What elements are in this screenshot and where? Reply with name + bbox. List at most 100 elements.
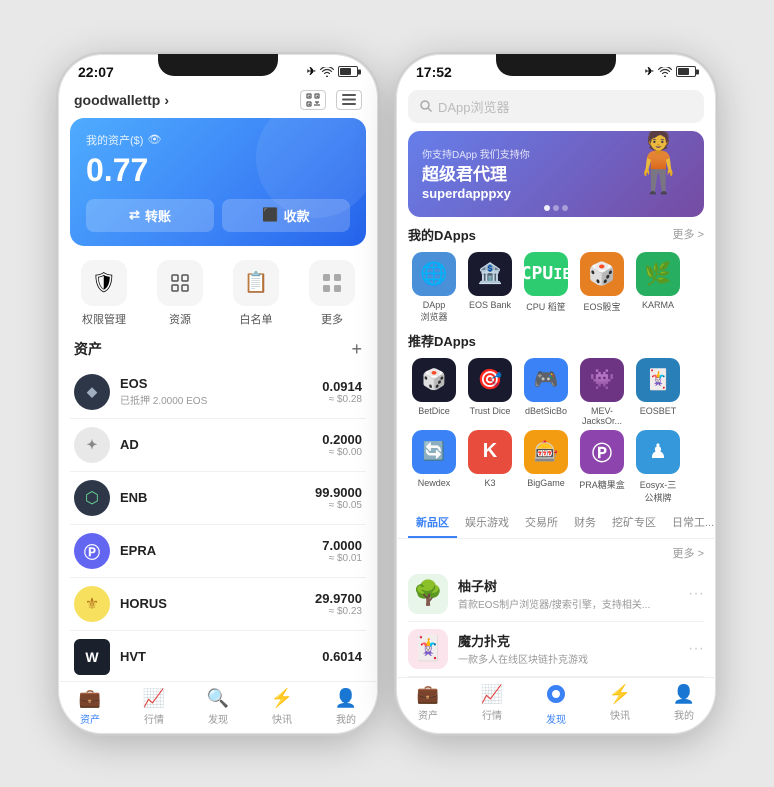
yuzishu-info: 柚子树 首款EOS制户浏览器/搜索引擎，支持相关... [458, 576, 688, 611]
discover-nav-icon: 🔍 [207, 688, 229, 709]
battery-icon [338, 66, 358, 77]
resources-label: 资源 [169, 311, 191, 327]
rec-item-pra[interactable]: Ⓟ PRA糖果盒 [576, 430, 628, 504]
eosbet-icon: 🃏 [636, 358, 680, 402]
resources-icon [157, 260, 203, 306]
rec-item-eosbet[interactable]: 🃏 EOSBET [632, 358, 684, 426]
betdice-icon: 🎲 [412, 358, 456, 402]
tab-entertainment[interactable]: 娱乐游戏 [457, 508, 517, 538]
rec-item-trust[interactable]: 🎯 Trust Dice [464, 358, 516, 426]
category-tabs: 新品区 娱乐游戏 交易所 财务 挖矿专区 日常工... [396, 508, 716, 539]
grid-icon-btn[interactable] [336, 90, 362, 110]
wallet-name[interactable]: goodwallettp › [74, 92, 169, 108]
eosyx-icon: ♟ [636, 430, 680, 474]
transfer-button[interactable]: ⇄ 转账 [86, 199, 214, 232]
search-icon [420, 100, 432, 112]
table-row[interactable]: ✦ AD 0.2000 ≈ $0.00 [70, 419, 366, 472]
table-row[interactable]: ⚜ HORUS 29.9700 ≈ $0.23 [70, 578, 366, 631]
receive-button[interactable]: ⬛ 收款 [222, 199, 350, 232]
new-apps-header: 更多 > [408, 545, 704, 561]
rec-item-mev[interactable]: 👾 MEV- JacksOr... [576, 358, 628, 426]
nav-item-profile-1[interactable]: 👤 我的 [314, 688, 378, 726]
dapp-item-cpu[interactable]: CPUIE CPU 稻筐 [520, 252, 572, 323]
balance-amount: 0.77 [86, 152, 350, 189]
table-row[interactable]: W HVT 0.6014 [70, 631, 366, 681]
nav-item-market-2[interactable]: 📈 行情 [460, 684, 524, 726]
rec-item-dbetsicbo[interactable]: 🎮 dBetSicBo [520, 358, 572, 426]
pra-icon: Ⓟ [580, 430, 624, 474]
search-bar[interactable]: DApp浏览器 [408, 90, 704, 123]
quick-action-1[interactable]: 资源 [157, 260, 203, 327]
table-row[interactable]: ◆ EOS 已抵押 2.0000 EOS 0.0914 ≈ $0.28 [70, 366, 366, 419]
table-row[interactable]: Ⓟ EPRA 7.0000 ≈ $0.01 [70, 525, 366, 578]
tab-mining[interactable]: 挖矿专区 [604, 508, 664, 538]
nav-item-discover-1[interactable]: 🔍 发现 [186, 688, 250, 726]
more-icon [309, 260, 355, 306]
k3-icon: K [468, 430, 512, 474]
tab-daily[interactable]: 日常工... [664, 508, 716, 538]
time-2: 17:52 [416, 64, 452, 80]
list-item[interactable]: 🃏 魔力扑克 一款多人在线区块链扑克游戏 ··· [408, 622, 704, 677]
assets-title: 资产 [74, 339, 102, 359]
dapp-item-karma[interactable]: 🌿 KARMA [632, 252, 684, 323]
receive-icon: ⬛ [262, 207, 278, 223]
nav-item-news-1[interactable]: ⚡ 快讯 [250, 688, 314, 726]
tab-exchange[interactable]: 交易所 [517, 508, 566, 538]
karma-icon: 🌿 [636, 252, 680, 296]
market-nav-icon-2: 📈 [481, 684, 503, 705]
nav-item-assets-1[interactable]: 💼 资产 [58, 688, 122, 726]
nav-item-assets-2[interactable]: 💼 资产 [396, 684, 460, 726]
nav-item-profile-2[interactable]: 👤 我的 [652, 684, 716, 726]
my-dapps-grid: 🌐 DApp 浏览器 🏦 EOS Bank CPUIE CPU 稻筐 🎲 EOS… [408, 252, 704, 323]
asset-info-epra: EPRA [120, 543, 322, 558]
new-apps-more[interactable]: 更多 > [673, 545, 704, 561]
profile-nav-icon-2: 👤 [673, 684, 695, 705]
new-apps-section: 更多 > 🌳 柚子树 首款EOS制户浏览器/搜索引擎，支持相关... ··· 🃏… [396, 545, 716, 677]
dapp-item-eosbank[interactable]: 🏦 EOS Bank [464, 252, 516, 323]
assets-section-header: 资产 + [58, 335, 378, 366]
rec-item-biggame[interactable]: 🎰 BigGame [520, 430, 572, 504]
asset-values-eos: 0.0914 ≈ $0.28 [322, 379, 362, 405]
asset-values-enb: 99.9000 ≈ $0.05 [315, 485, 362, 511]
quick-action-2[interactable]: 📋 白名单 [233, 260, 279, 327]
asset-name-eos: EOS [120, 376, 322, 391]
news-nav-icon-2: ⚡ [609, 684, 631, 705]
quick-actions: 🛡 权限管理 资源 📋 白名 [58, 246, 378, 335]
tab-finance[interactable]: 财务 [566, 508, 604, 538]
eye-icon[interactable]: 👁 [147, 133, 161, 146]
my-dapps-more[interactable]: 更多 > [673, 226, 704, 242]
time-1: 22:07 [78, 64, 114, 80]
dapp-item-sbo[interactable]: 🎲 EOS骰宝 [576, 252, 628, 323]
more-label: 更多 [321, 311, 343, 327]
nav-item-discover-2[interactable]: 发现 [524, 684, 588, 726]
yuzishu-name: 柚子树 [458, 576, 688, 595]
rec-item-newdex[interactable]: 🔄 Newdex [408, 430, 460, 504]
rec-item-k3[interactable]: K K3 [464, 430, 516, 504]
profile-nav-icon: 👤 [335, 688, 357, 709]
tab-new[interactable]: 新品区 [408, 508, 457, 538]
banner[interactable]: 你支持DApp 我们支持你 超级君代理 superdapppxy 🧍 [408, 131, 704, 217]
nav-item-market-1[interactable]: 📈 行情 [122, 688, 186, 726]
grid-icon [342, 94, 356, 105]
assets-add-button[interactable]: + [351, 339, 362, 360]
list-item[interactable]: 🌳 柚子树 首款EOS制户浏览器/搜索引擎，支持相关... ··· [408, 567, 704, 622]
balance-actions: ⇄ 转账 ⬛ 收款 [86, 199, 350, 232]
market-nav-icon: 📈 [143, 688, 165, 709]
rec-item-eosyx[interactable]: ♟ Eosyx-三 公棋牌 [632, 430, 684, 504]
horus-icon: ⚜ [74, 586, 110, 622]
browser-icon: 🌐 [412, 252, 456, 296]
rec-item-betdice[interactable]: 🎲 BetDice [408, 358, 460, 426]
nav-item-news-2[interactable]: ⚡ 快讯 [588, 684, 652, 726]
table-row[interactable]: ⬡ ENB 99.9000 ≈ $0.05 [70, 472, 366, 525]
whitelist-icon: 📋 [233, 260, 279, 306]
resources-svg [169, 272, 191, 294]
quick-action-0[interactable]: 🛡 权限管理 [81, 260, 127, 327]
dapp-item-browser[interactable]: 🌐 DApp 浏览器 [408, 252, 460, 323]
quick-action-3[interactable]: 更多 [309, 260, 355, 327]
scan-icon-btn[interactable] [300, 90, 326, 110]
status-icons-1: ✈ [307, 65, 358, 78]
bottom-nav-2: 💼 资产 📈 行情 发现 ⚡ [396, 677, 716, 734]
cpu-icon: CPUIE [524, 252, 568, 296]
eos-icon: ◆ [74, 374, 110, 410]
wallet-header: goodwallettp › [58, 86, 378, 118]
